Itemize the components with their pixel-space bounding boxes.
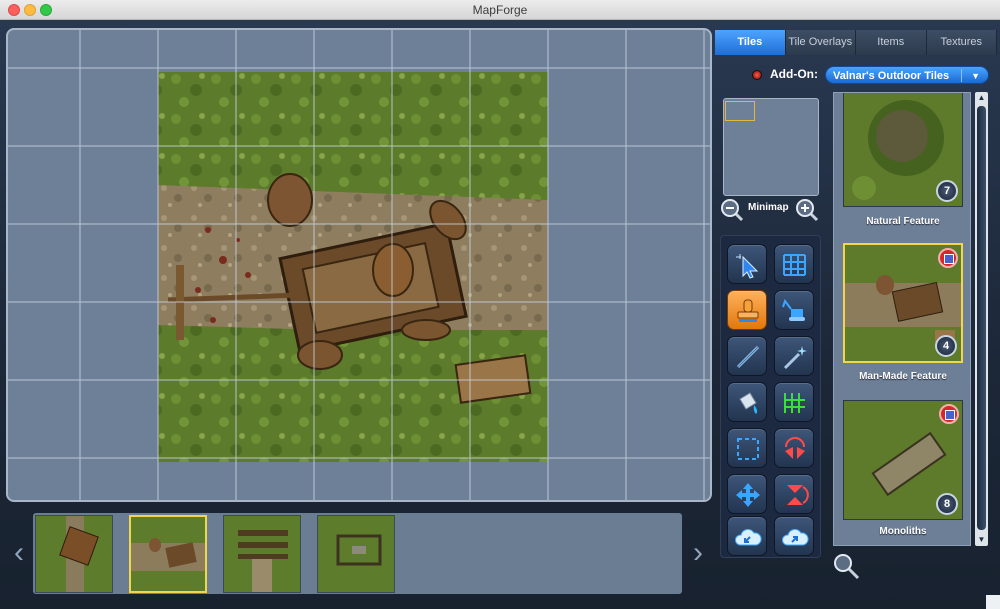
library-scrollbar-thumb[interactable] bbox=[977, 106, 986, 530]
line-tool-button[interactable] bbox=[727, 336, 767, 376]
tile-count-badge: 8 bbox=[936, 493, 958, 515]
addon-select-value: Valnar's Outdoor Tiles bbox=[833, 70, 950, 82]
cursor-icon bbox=[736, 254, 759, 279]
marquee-icon bbox=[737, 438, 759, 460]
magic-wand-tool-button[interactable] bbox=[774, 336, 814, 376]
zoom-out-icon[interactable] bbox=[720, 198, 744, 222]
chevron-down-icon: ▼ bbox=[971, 71, 980, 81]
library-tile-monoliths[interactable]: 8 bbox=[843, 400, 963, 520]
tile-library[interactable]: 7 Natural Feature 4 Man-Made Feature 8 M… bbox=[833, 92, 971, 546]
grid-fill-icon bbox=[784, 393, 805, 413]
select-tool-button[interactable] bbox=[727, 244, 767, 284]
selection-tool-button[interactable] bbox=[727, 428, 767, 468]
scroll-down-icon[interactable]: ▼ bbox=[975, 534, 988, 546]
flip-horizontal-icon bbox=[785, 437, 805, 459]
flip-vertical-icon bbox=[787, 485, 809, 505]
fill-tool-button[interactable] bbox=[727, 382, 767, 422]
cloud-import-tool-button[interactable] bbox=[727, 516, 767, 556]
library-tile-natural-feature[interactable]: 7 bbox=[843, 93, 963, 207]
stone-ruin-thumb[interactable] bbox=[317, 515, 395, 593]
move-arrows-icon bbox=[736, 483, 760, 507]
map-canvas[interactable] bbox=[6, 28, 712, 502]
addon-label: Add-On: bbox=[770, 67, 818, 81]
library-tile-label: Man-Made Feature bbox=[859, 371, 947, 382]
window-title: MapForge bbox=[472, 3, 528, 17]
flip-vertical-tool-button[interactable] bbox=[774, 474, 814, 514]
map-grid[interactable] bbox=[8, 30, 710, 500]
tab-tiles[interactable]: Tiles bbox=[715, 30, 786, 55]
addon-badge-icon bbox=[938, 248, 958, 268]
library-tile-label: Monoliths bbox=[879, 526, 927, 537]
flip-horizontal-tool-button[interactable] bbox=[774, 428, 814, 468]
minimap-viewport[interactable] bbox=[725, 101, 755, 121]
title-bar: MapForge bbox=[0, 0, 1000, 20]
library-tile-man-made-feature[interactable]: 4 bbox=[843, 243, 963, 363]
search-icon[interactable] bbox=[832, 552, 860, 580]
excavator-icon bbox=[782, 298, 805, 321]
cloud-export-tool-button[interactable] bbox=[774, 516, 814, 556]
tile-count-badge: 7 bbox=[936, 180, 958, 202]
stamp-tool-button[interactable] bbox=[727, 290, 767, 330]
paint-bucket-icon bbox=[739, 392, 758, 414]
addon-select[interactable]: Valnar's Outdoor Tiles ▼ bbox=[825, 66, 989, 84]
library-tile-label: Natural Feature bbox=[866, 216, 940, 227]
zoom-in-icon[interactable] bbox=[795, 198, 819, 222]
magic-wand-icon bbox=[783, 346, 807, 370]
minimap-label: Minimap bbox=[748, 202, 789, 213]
app-window: MapForge ‹ › Tiles Tile Overlays Items T… bbox=[0, 0, 1000, 609]
fence-road-thumb[interactable] bbox=[223, 515, 301, 593]
excavator-tool-button[interactable] bbox=[774, 290, 814, 330]
broken-wagon-thumb[interactable] bbox=[129, 515, 207, 593]
minimap[interactable] bbox=[723, 98, 819, 196]
tab-items[interactable]: Items bbox=[856, 30, 927, 55]
cloud-export-icon bbox=[781, 528, 809, 546]
move-tool-button[interactable] bbox=[727, 474, 767, 514]
grid-icon bbox=[783, 254, 806, 276]
cart-wreck-thumb[interactable] bbox=[35, 515, 113, 593]
tool-palette bbox=[720, 235, 821, 558]
tab-textures[interactable]: Textures bbox=[926, 30, 997, 55]
grid-tool-button[interactable] bbox=[774, 244, 814, 284]
scroll-up-icon[interactable]: ▲ bbox=[975, 92, 988, 104]
tile-count-badge: 4 bbox=[935, 335, 957, 357]
tab-tile-overlays[interactable]: Tile Overlays bbox=[785, 30, 856, 55]
cloud-import-icon bbox=[734, 528, 762, 546]
stamp-icon bbox=[737, 299, 759, 322]
addon-status-led bbox=[752, 70, 762, 80]
addon-select-divider bbox=[961, 69, 962, 82]
addon-badge-icon bbox=[939, 404, 959, 424]
strip-next-arrow[interactable]: › bbox=[689, 535, 707, 571]
grid-fill-tool-button[interactable] bbox=[774, 382, 814, 422]
library-scrollbar[interactable]: ▲ ▼ bbox=[975, 92, 988, 546]
panel-tabs: Tiles Tile Overlays Items Textures bbox=[715, 30, 997, 55]
tile-strip[interactable] bbox=[33, 513, 682, 594]
resize-grip[interactable] bbox=[986, 595, 1000, 609]
pencil-icon bbox=[736, 345, 760, 369]
strip-prev-arrow[interactable]: ‹ bbox=[10, 535, 28, 571]
